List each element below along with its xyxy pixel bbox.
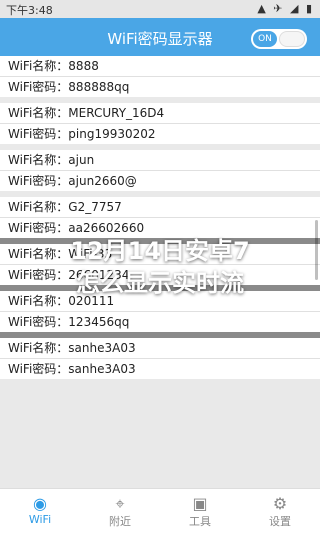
status-bar: 下午3:48 ▲ ✈ ◢ ▮ <box>0 0 320 18</box>
wifi-name: WiFi名称：MERCURY_16D4 <box>0 103 320 124</box>
wifi-name: WiFi名称：ajun <box>0 150 320 171</box>
nav-item-wifi[interactable]: ◉ WiFi <box>0 489 80 534</box>
list-item[interactable]: WiFi名称：ajun WiFi密码：ajun2660@ <box>0 150 320 191</box>
wifi-icon: ◉ <box>33 494 47 513</box>
bottom-navigation: ◉ WiFi ⌖ 附近 ▣ 工具 ⚙ 设置 <box>0 488 320 534</box>
nav-item-tools[interactable]: ▣ 工具 <box>160 489 240 534</box>
toggle-knob[interactable] <box>279 31 305 47</box>
list-item[interactable]: WiFi名称：8888 WiFi密码：888888qq <box>0 56 320 97</box>
list-item[interactable]: WiFi名称：MERCURY_16D4 WiFi密码：ping19930202 <box>0 103 320 144</box>
nav-label: 设置 <box>269 515 291 528</box>
wifi-password: WiFi密码：ajun2660@ <box>8 174 137 188</box>
wifi-name: WiFi名称：G2_7757 <box>0 197 320 218</box>
wifi-password: WiFi密码：123456qq <box>8 315 130 329</box>
overlay-line-2: 怎么显示实时流 <box>76 269 244 297</box>
nav-label: 附近 <box>109 515 131 528</box>
wifi-password: WiFi密码：888888qq <box>8 80 130 94</box>
nav-item-settings[interactable]: ⚙ 设置 <box>240 489 320 534</box>
overlay-line-1: 12月14日安卓7 <box>70 237 250 265</box>
toggle-on-label: ON <box>253 31 277 47</box>
wifi-password: WiFi密码：ping19930202 <box>8 127 156 141</box>
toolbox-icon: ▣ <box>192 494 208 513</box>
status-icons: ▲ ✈ ◢ ▮ <box>257 2 314 15</box>
overlay-caption: 12月14日安卓7 怎么显示实时流 <box>0 200 320 340</box>
gear-icon: ⚙ <box>272 494 288 513</box>
list-item[interactable]: WiFi名称：sanhe3A03 WiFi密码：sanhe3A03 <box>0 338 320 379</box>
location-pin-icon: ⌖ <box>115 494 125 513</box>
wifi-name: WiFi名称：sanhe3A03 <box>0 338 320 359</box>
wifi-name: WiFi名称：8888 <box>0 56 320 77</box>
wifi-password: WiFi密码：sanhe3A03 <box>8 362 136 376</box>
nav-item-nearby[interactable]: ⌖ 附近 <box>80 489 160 534</box>
wifi-toggle-switch[interactable]: ON <box>251 29 307 49</box>
nav-label: 工具 <box>189 515 211 528</box>
status-time: 下午3:48 <box>6 4 53 17</box>
nav-label: WiFi <box>28 513 52 526</box>
list-item[interactable]: WiFi名称：G2_7757 WiFi密码：aa26602660 <box>0 197 320 238</box>
